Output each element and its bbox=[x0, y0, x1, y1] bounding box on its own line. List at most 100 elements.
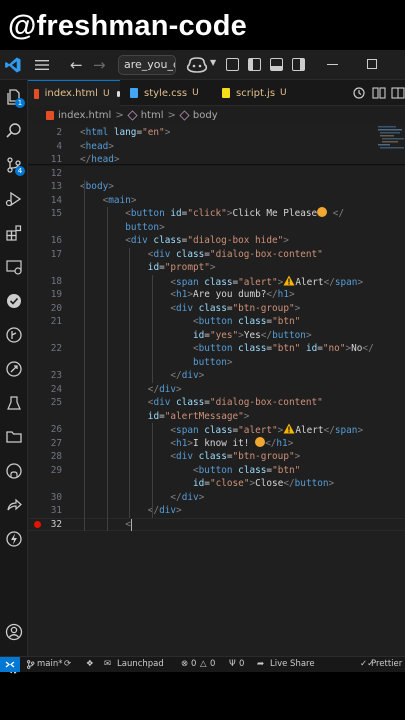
html-file-icon bbox=[34, 88, 39, 99]
title-bar: ← → are_you_dumb ▼ bbox=[0, 50, 405, 80]
code-editor[interactable]: 2 <html lang="en"> 4 <head> 11 </head> 12 13 <bo… bbox=[28, 124, 405, 656]
prettier-label[interactable]: Prettier bbox=[371, 659, 402, 669]
layout-sidebar-left-icon[interactable] bbox=[248, 58, 261, 71]
minimap[interactable] bbox=[376, 124, 405, 184]
remote-indicator[interactable] bbox=[0, 657, 20, 672]
account-icon[interactable] bbox=[5, 623, 23, 641]
code-line[interactable]: id="close">Close</button> bbox=[193, 477, 334, 491]
compare-changes-icon[interactable] bbox=[372, 86, 386, 100]
code-line[interactable]: id="yes">Yes</button> bbox=[193, 329, 312, 343]
launchpad-label[interactable]: Launchpad bbox=[117, 659, 164, 669]
line-number: 16 bbox=[50, 235, 62, 246]
live-share-label[interactable]: Live Share bbox=[270, 659, 315, 669]
share-arrow-icon[interactable] bbox=[5, 496, 23, 514]
code-line[interactable]: </div> bbox=[170, 491, 204, 505]
extensions-icon[interactable] bbox=[5, 224, 23, 242]
arrow-left-icon[interactable]: ← bbox=[70, 56, 83, 74]
layout-panel-icon[interactable] bbox=[226, 58, 239, 71]
tab-style-css[interactable]: style.css U bbox=[124, 80, 216, 106]
css-file-icon bbox=[130, 88, 138, 98]
tab-script-js[interactable]: script.js U bbox=[216, 80, 302, 106]
layout-bottom-panel-icon[interactable] bbox=[270, 58, 283, 71]
live-share-icon[interactable] bbox=[5, 360, 23, 378]
sync-icon[interactable]: ⟳ bbox=[64, 659, 71, 669]
gitlens-status-icon[interactable]: ❖ bbox=[86, 659, 94, 669]
check-circle-icon[interactable] bbox=[5, 292, 23, 310]
code-line[interactable]: <span class="alert"> Alert</span> bbox=[170, 423, 363, 437]
minimize-icon[interactable] bbox=[327, 64, 338, 66]
code-line[interactable]: </div> bbox=[170, 369, 204, 383]
line-number: 2 bbox=[56, 127, 62, 138]
unsaved-dot-icon[interactable] bbox=[116, 90, 120, 97]
code-line[interactable]: <span class="alert"> Alert</span> bbox=[170, 275, 363, 289]
hamburger-menu-icon[interactable] bbox=[34, 57, 50, 73]
live-share-status-icon: ➦ bbox=[257, 659, 265, 669]
code-line[interactable]: <div class="dialog-box-content" bbox=[148, 248, 323, 262]
code-line[interactable]: <button class="btn" id="no">No</ bbox=[193, 342, 374, 356]
code-line[interactable]: <h1>Are you dumb?</h1> bbox=[170, 288, 294, 302]
breadcrumb-separator: > bbox=[167, 109, 176, 121]
breadcrumb-body[interactable]: body bbox=[193, 110, 218, 121]
code-line[interactable]: </div> bbox=[148, 383, 182, 397]
code-line[interactable]: <main> bbox=[103, 194, 137, 208]
code-line[interactable]: <body> bbox=[80, 180, 114, 194]
lightning-icon[interactable] bbox=[5, 530, 23, 548]
warning-count[interactable]: 0 bbox=[210, 659, 215, 669]
warning-emoji-icon bbox=[283, 423, 295, 434]
breadcrumb: index.html > html > body bbox=[28, 106, 405, 124]
code-line[interactable]: <html lang="en"> bbox=[80, 126, 170, 140]
arrow-right-icon[interactable]: → bbox=[93, 56, 106, 74]
code-line[interactable]: <button class="btn" bbox=[193, 464, 300, 478]
code-line[interactable]: id="alertMessage"> bbox=[148, 410, 250, 424]
line-number: 32 bbox=[50, 518, 62, 530]
code-line[interactable]: <div class="dialog-box-content" bbox=[148, 396, 323, 410]
line-number: 18 bbox=[50, 275, 62, 287]
editor-tab-bar: index.html U style.css U script.js U bbox=[28, 80, 405, 106]
js-file-icon bbox=[222, 88, 230, 98]
branch-name[interactable]: main* bbox=[37, 659, 63, 669]
warning-icon: △ bbox=[200, 659, 207, 669]
tab-index-html[interactable]: index.html U bbox=[28, 80, 120, 106]
code-line[interactable]: <div class="dialog-box hide"> bbox=[125, 234, 289, 248]
remote-explorer-icon[interactable] bbox=[5, 258, 23, 276]
breadcrumb-file[interactable]: index.html bbox=[58, 110, 111, 121]
line-number: 28 bbox=[50, 451, 62, 462]
code-line[interactable]: <div class="btn-group"> bbox=[170, 302, 300, 316]
restore-window-icon[interactable] bbox=[367, 59, 377, 69]
text-caret bbox=[131, 518, 133, 531]
ports-count[interactable]: 0 bbox=[239, 659, 244, 669]
code-line[interactable]: button> bbox=[193, 356, 233, 370]
split-editor-icon[interactable] bbox=[391, 86, 405, 100]
line-number: 17 bbox=[50, 248, 62, 260]
folder-icon[interactable] bbox=[5, 428, 23, 446]
emoji-icon bbox=[255, 436, 266, 447]
layout-sidebar-right-icon[interactable] bbox=[292, 58, 305, 71]
breadcrumb-html[interactable]: html bbox=[141, 110, 164, 121]
testing-icon[interactable] bbox=[5, 394, 23, 412]
search-icon[interactable] bbox=[5, 122, 23, 140]
chevron-down-icon[interactable]: ▼ bbox=[210, 58, 216, 67]
line-number: 14 bbox=[50, 194, 62, 206]
github-icon[interactable] bbox=[5, 462, 23, 480]
code-line[interactable]: <head> bbox=[80, 140, 114, 154]
gitlens-icon[interactable] bbox=[5, 326, 23, 344]
code-line[interactable]: <div class="btn-group"> bbox=[170, 450, 300, 464]
code-line[interactable]: id="prompt"> bbox=[148, 261, 216, 275]
code-line[interactable]: <button id="click">Click Me Please </ bbox=[125, 207, 344, 221]
emoji-icon bbox=[317, 207, 328, 217]
line-number: 29 bbox=[50, 464, 62, 476]
line-number: 24 bbox=[50, 383, 62, 395]
timeline-icon[interactable] bbox=[352, 86, 366, 100]
vscode-logo-icon bbox=[5, 57, 21, 73]
run-debug-icon[interactable] bbox=[5, 190, 23, 208]
copilot-icon[interactable] bbox=[186, 56, 208, 74]
code-line[interactable]: <h1>I know it! </h1> bbox=[170, 436, 293, 451]
remote-icon bbox=[5, 661, 15, 668]
code-line[interactable]: </div> bbox=[148, 504, 182, 518]
command-center-search[interactable]: are_you_dumb bbox=[118, 55, 176, 75]
code-line[interactable]: < bbox=[125, 518, 131, 532]
line-number: 21 bbox=[50, 316, 62, 327]
error-count[interactable]: 0 bbox=[191, 659, 196, 669]
code-line[interactable]: <button class="btn" bbox=[193, 315, 300, 329]
code-line[interactable]: button> bbox=[125, 221, 165, 235]
